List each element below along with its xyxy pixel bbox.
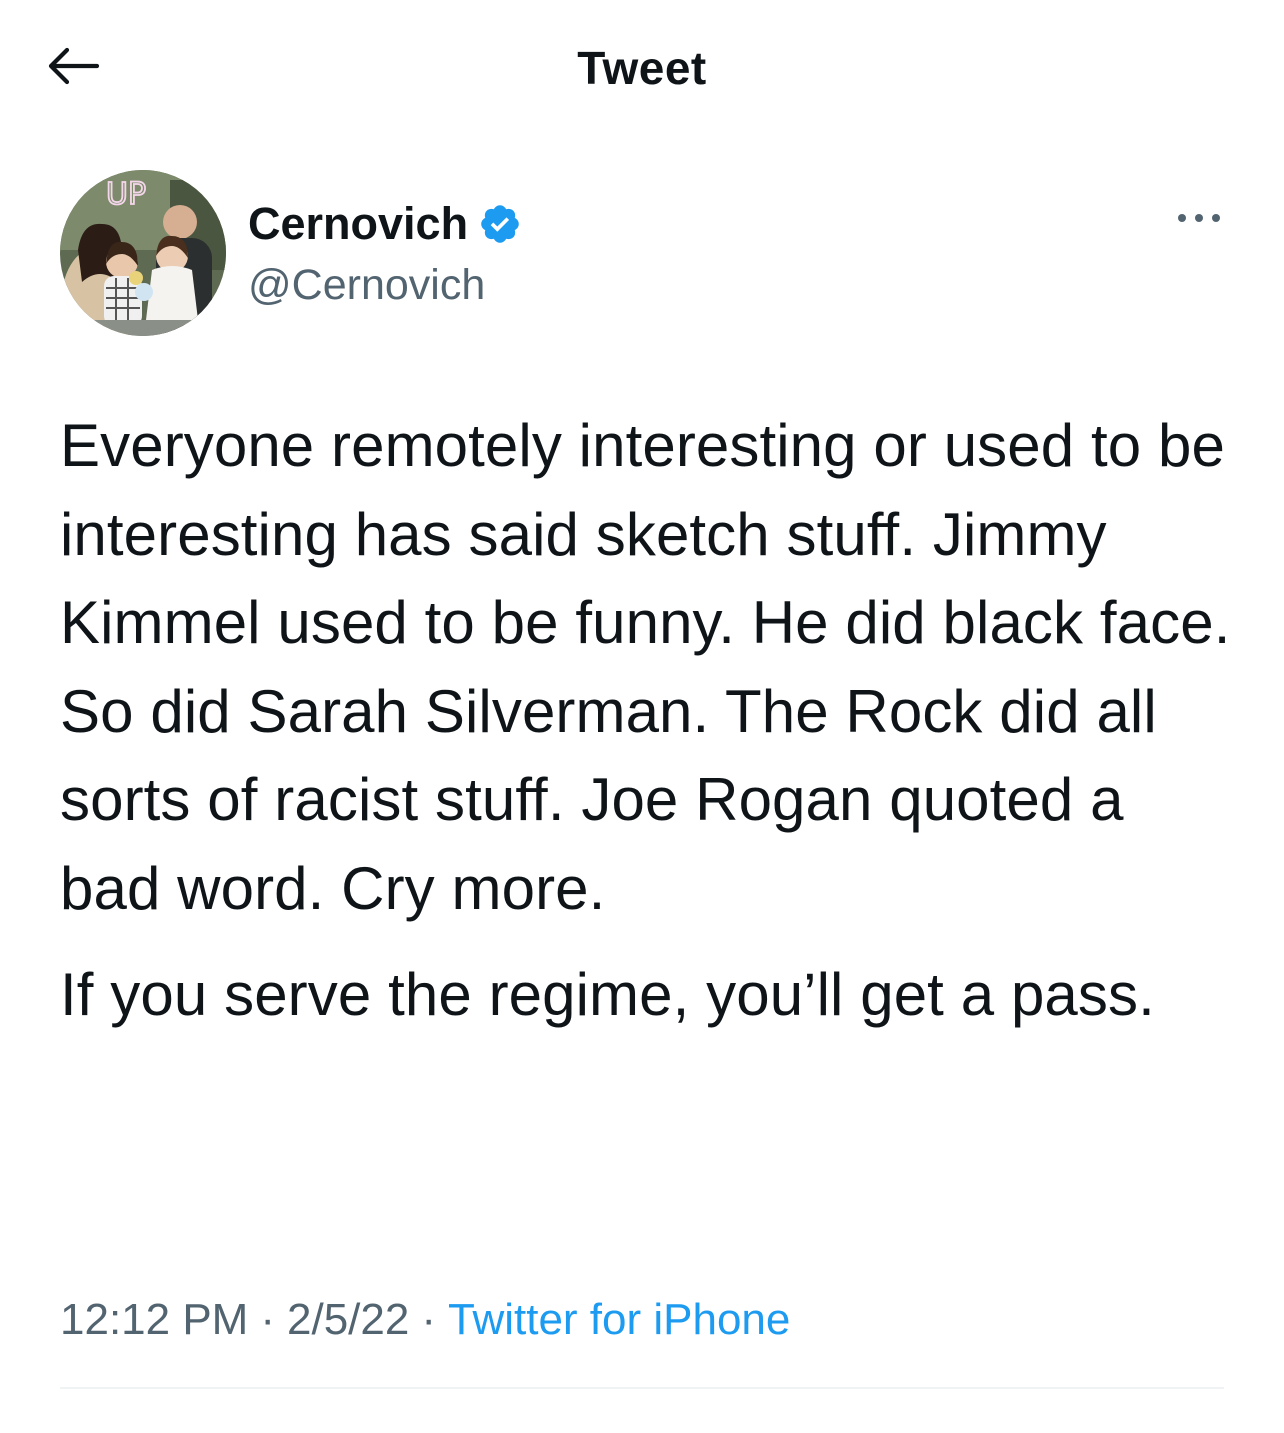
avatar-neon-sign: UP [106,177,146,212]
tweet-time[interactable]: 12:12 PM [60,1295,248,1344]
divider [60,1387,1224,1389]
more-options-button[interactable] [1174,200,1224,240]
top-navigation-bar: Tweet [0,0,1284,140]
tweet-date[interactable]: 2/5/22 [287,1295,409,1344]
tweet-text: Everyone remotely interesting or used to… [60,402,1240,1040]
author-handle[interactable]: @Cernovich [248,258,485,312]
tweet-paragraph: If you serve the regime, you’ll get a pa… [60,961,1155,1028]
author-name-link[interactable]: Cernovich [248,196,522,252]
meta-separator: · [421,1295,436,1344]
tweet-paragraph: Everyone remotely interesting or used to… [60,412,1231,922]
tweet-author-header: UP Cernovich @Cernovich [60,170,1224,340]
page-title: Tweet [577,42,707,94]
tweet-source-link[interactable]: Twitter for iPhone [448,1295,790,1344]
display-name: Cernovich [248,198,469,249]
more-horizontal-icon [1176,211,1222,229]
verified-badge-icon [478,202,522,246]
avatar[interactable]: UP [60,170,226,336]
meta-separator: · [260,1295,275,1344]
tweet-metadata: 12:12 PM · 2/5/22 · Twitter for iPhone [60,1290,790,1350]
